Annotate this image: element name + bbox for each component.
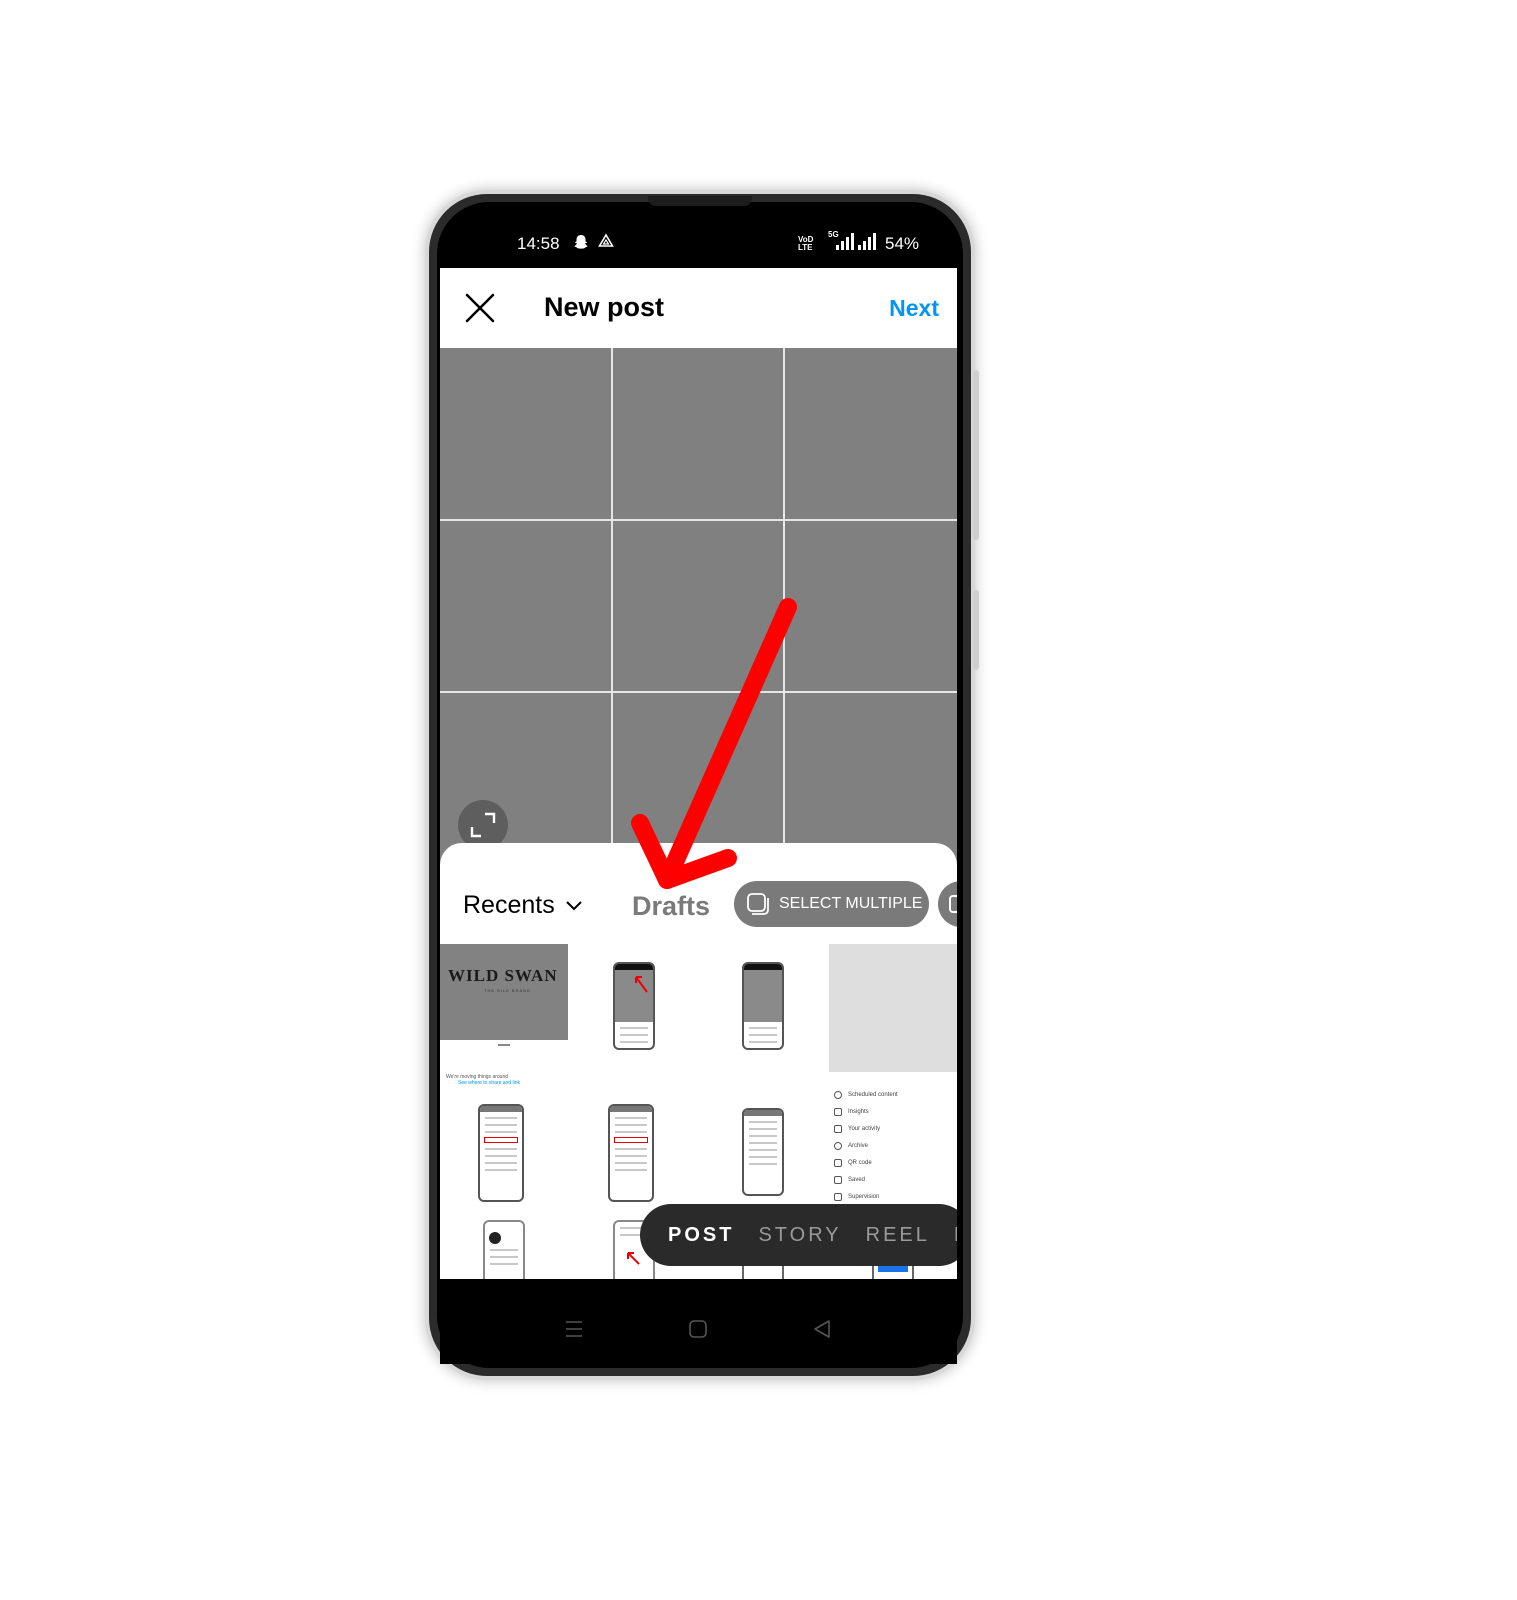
select-multiple-button[interactable]: SELECT MULTIPLE <box>734 881 929 927</box>
chevron-down-icon <box>566 900 582 910</box>
thumbnail[interactable] <box>570 1074 698 1202</box>
grid-line <box>440 691 957 693</box>
select-multiple-label: SELECT MULTIPLE <box>779 895 923 912</box>
camera-icon <box>949 895 957 913</box>
status-time: 14:58 <box>517 234 560 253</box>
menu-list: Scheduled content Insights Your activity… <box>834 1086 898 1202</box>
grid-line <box>440 519 957 521</box>
mode-live[interactable]: LIVE <box>954 1224 957 1247</box>
status-bar: 14:58 VoD LTE 5G 54% <box>440 228 957 262</box>
network-type: 5G <box>828 230 839 239</box>
grid-line <box>783 348 785 868</box>
thumbnail-title: WILD SWAN <box>448 966 558 985</box>
back-nav-button[interactable] <box>812 1319 832 1344</box>
grid-line <box>611 348 613 868</box>
next-button[interactable]: Next <box>889 295 939 322</box>
thumbnail[interactable] <box>440 1204 568 1279</box>
drafts-button[interactable]: Drafts <box>632 891 710 922</box>
image-preview[interactable] <box>440 348 957 868</box>
page-title: New post <box>544 292 665 322</box>
mode-selector: POST STORY REEL LIVE <box>640 1204 957 1266</box>
menu-icon <box>566 1321 582 1337</box>
earpiece <box>648 196 752 206</box>
volte-indicator: VoD LTE <box>798 235 814 252</box>
camera-button[interactable] <box>938 881 957 927</box>
snapchat-icon <box>573 234 589 255</box>
battery-level: 54% <box>885 234 920 253</box>
back-icon <box>814 1320 830 1338</box>
thumbnail[interactable] <box>829 944 957 1072</box>
drive-icon <box>598 233 614 253</box>
thumbnail[interactable] <box>699 944 827 1072</box>
thumbnail[interactable] <box>699 1074 827 1202</box>
mode-reel[interactable]: REEL <box>866 1224 930 1247</box>
volume-button <box>973 370 979 540</box>
thumbnail-subtitle: THE SILK BRAND <box>484 988 531 993</box>
home-nav-button[interactable] <box>688 1319 708 1344</box>
close-icon <box>465 293 495 323</box>
album-selector[interactable]: Recents <box>463 891 583 920</box>
power-button <box>973 590 979 670</box>
mode-post[interactable]: POST <box>668 1224 734 1247</box>
system-nav-bar <box>440 1279 957 1364</box>
thumbnail[interactable]: We're moving things around See where to … <box>440 1074 568 1202</box>
select-multiple-icon <box>747 893 769 915</box>
thumbnail[interactable]: WILD SWAN THE SILK BRAND <box>440 944 568 1072</box>
home-icon <box>689 1320 707 1338</box>
mode-story[interactable]: STORY <box>758 1224 841 1247</box>
thumbnail[interactable] <box>570 944 698 1072</box>
signal-icon <box>858 232 876 250</box>
signal-5g-icon <box>836 232 854 250</box>
header: New post Next <box>440 268 957 348</box>
close-button[interactable] <box>462 290 498 326</box>
recents-nav-button[interactable] <box>564 1319 584 1344</box>
thumbnail[interactable]: Scheduled content Insights Your activity… <box>829 1074 957 1202</box>
album-label: Recents <box>463 891 555 919</box>
thumbnail-link: See where to share and link <box>458 1080 520 1086</box>
new-post-screen: New post Next Recents Drafts SELECT MULT… <box>440 268 957 1279</box>
